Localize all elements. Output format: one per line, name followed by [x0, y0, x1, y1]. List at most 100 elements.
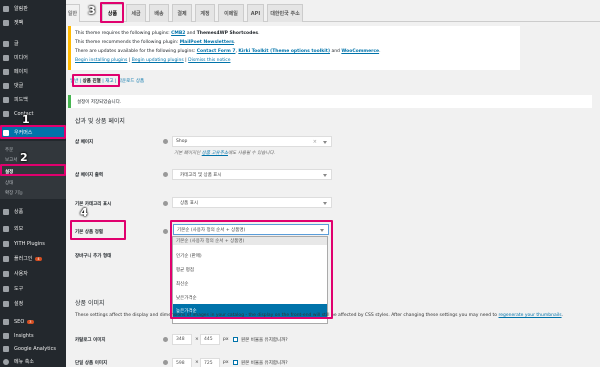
- analytics-icon: [3, 345, 9, 352]
- section-title-shop: 샵과 및 상품 페이지: [75, 118, 125, 125]
- sidebar-item-feedback[interactable]: 피드백: [0, 94, 66, 105]
- help-icon: [163, 337, 168, 342]
- admin-sidebar: 알림판 젯팩 글 미디어 페이지 댓글 피드백 Contact 우커머스 주문 …: [0, 0, 66, 367]
- sidebar-item-pages[interactable]: 페이지: [0, 66, 66, 77]
- media-icon: [3, 54, 9, 61]
- woocommerce-link[interactable]: WooCommerce: [341, 49, 379, 54]
- label-cart-behaviour: 장바구니 추가 형태: [75, 254, 112, 259]
- tab-korea-address[interactable]: 대한민국 주소: [267, 4, 303, 22]
- dashboard-icon: [3, 5, 9, 12]
- plugin-icon: [3, 255, 9, 262]
- yith-icon: [3, 240, 9, 247]
- kirki-link[interactable]: Kirki Toolkit (Theme options toolkit): [238, 49, 330, 54]
- pin-icon: [3, 40, 9, 47]
- sidebar-item-appearance[interactable]: 외모: [0, 223, 66, 234]
- sidebar-item-google-analytics[interactable]: Google Analytics: [0, 343, 66, 354]
- tab-checkout[interactable]: 결제: [172, 4, 192, 22]
- highlight-settings: [0, 164, 66, 176]
- sidebar-item-insights[interactable]: Insights: [0, 330, 66, 341]
- mailpoet-link[interactable]: MailPoet Newsletters: [180, 40, 234, 45]
- shop-display-select[interactable]: 카테고리 및 상품 표시: [172, 169, 332, 180]
- sidebar-item-plugins[interactable]: 플러그인 4: [0, 253, 66, 264]
- dismiss-notice-link[interactable]: Dismiss this notice: [188, 58, 230, 63]
- shop-page-description: 기본 페이지인 상품 고유주소에도 사용될 수 있습니다.: [174, 151, 276, 156]
- help-icon: [163, 229, 168, 234]
- success-notice: 설정이 저장되었습니다.: [68, 95, 592, 108]
- single-width-input[interactable]: 598: [172, 358, 192, 367]
- plugin-notice: This theme requires the following plugin…: [68, 26, 520, 70]
- help-icon: [163, 360, 168, 365]
- sidebar-item-users[interactable]: 사용자: [0, 268, 66, 279]
- highlight-display-subtab: [72, 74, 120, 87]
- sidebar-item-tools[interactable]: 도구: [0, 283, 66, 294]
- sidebar-item-seo[interactable]: SEO 3: [0, 316, 66, 327]
- subnav-downloadable[interactable]: 다운로드 상품: [118, 79, 144, 84]
- sidebar-item-dashboard[interactable]: 알림판: [0, 3, 66, 14]
- mail-icon: [3, 110, 9, 117]
- label-shop-page: 샵 페이지: [75, 140, 94, 145]
- catalog-height-input[interactable]: 445: [200, 334, 220, 345]
- tab-shipping[interactable]: 배송: [149, 4, 169, 22]
- tab-emails[interactable]: 이메일: [218, 4, 244, 22]
- tab-accounts[interactable]: 계정: [195, 4, 215, 22]
- images-description: These settings affect the display and di…: [75, 313, 563, 318]
- insights-icon: [3, 332, 9, 339]
- seo-count-badge: 3: [27, 319, 34, 324]
- collapse-icon: [3, 358, 9, 365]
- feedback-icon: [3, 96, 9, 103]
- collapse-menu-button[interactable]: 메뉴 축소: [0, 356, 66, 367]
- chevron-down-icon: [323, 141, 327, 144]
- wrench-icon: [3, 285, 9, 292]
- help-icon: [163, 201, 168, 206]
- submenu-reports[interactable]: 보고서: [0, 155, 66, 164]
- submenu-status[interactable]: 상태: [0, 178, 66, 187]
- sidebar-item-products[interactable]: 상품: [0, 206, 66, 217]
- category-display-select[interactable]: 상품 표시: [172, 197, 332, 208]
- begin-installing-link[interactable]: Begin installing plugins: [75, 58, 127, 63]
- section-title-images: 상품 이미지: [75, 300, 105, 307]
- single-height-input[interactable]: 725: [200, 358, 220, 367]
- sidebar-item-comments[interactable]: 댓글: [0, 80, 66, 91]
- page-icon: [3, 68, 9, 75]
- user-icon: [3, 270, 9, 277]
- highlight-woocommerce: [0, 125, 66, 139]
- cmb2-link[interactable]: CMB2: [171, 31, 185, 36]
- regenerate-thumbnails-link[interactable]: regenerate your thumbnails: [499, 313, 562, 318]
- label-catalog-images: 카탈로그 이미지: [75, 338, 106, 343]
- shop-page-select[interactable]: Shop ×: [172, 136, 332, 147]
- comment-icon: [3, 82, 9, 89]
- help-icon: [163, 139, 168, 144]
- sidebar-item-posts[interactable]: 글: [0, 38, 66, 49]
- themes4wp-shortcodes-text: Themes4WP Shortcodes: [196, 31, 259, 36]
- main-content: 일반 상품 세금 배송 결제 계정 이메일 API 대한민국 주소 This t…: [66, 0, 600, 367]
- catalog-width-input[interactable]: 348: [172, 334, 192, 345]
- product-icon: [3, 208, 9, 215]
- single-crop-checkbox[interactable]: [233, 360, 238, 365]
- label-single-images: 단일 상품 이미지: [75, 361, 108, 366]
- help-icon: [163, 172, 168, 177]
- cf7-link[interactable]: Contact Form 7: [197, 49, 236, 54]
- plugin-count-badge: 4: [35, 256, 42, 261]
- highlight-sorting-label: [70, 220, 126, 240]
- catalog-crop-label: 원본 비율을 유지합니까?: [241, 338, 288, 343]
- submenu-orders[interactable]: 주문: [0, 145, 66, 154]
- tab-api[interactable]: API: [247, 4, 264, 22]
- sidebar-item-jetpack[interactable]: 젯팩: [0, 17, 66, 28]
- catalog-unit: px: [223, 337, 229, 342]
- submenu-extensions[interactable]: 확장 기능: [0, 188, 66, 197]
- begin-updating-link[interactable]: Begin updating plugins: [132, 58, 184, 63]
- clear-icon[interactable]: ×: [313, 139, 317, 145]
- step-2-marker: 2: [20, 151, 28, 164]
- tab-tax[interactable]: 세금: [126, 4, 146, 22]
- seo-icon: [3, 318, 9, 325]
- sidebar-item-yith[interactable]: YITH Plugins: [0, 238, 66, 249]
- highlight-products-tab: [100, 2, 124, 23]
- sidebar-item-media[interactable]: 미디어: [0, 52, 66, 63]
- permalink-link[interactable]: 상품 고유주소: [202, 151, 228, 156]
- sidebar-item-contact[interactable]: Contact: [0, 108, 66, 119]
- tab-general[interactable]: 일반: [66, 4, 80, 22]
- brush-icon: [3, 225, 9, 232]
- chevron-down-icon: [323, 202, 327, 205]
- sidebar-item-settings[interactable]: 설정: [0, 298, 66, 309]
- catalog-crop-checkbox[interactable]: [233, 337, 238, 342]
